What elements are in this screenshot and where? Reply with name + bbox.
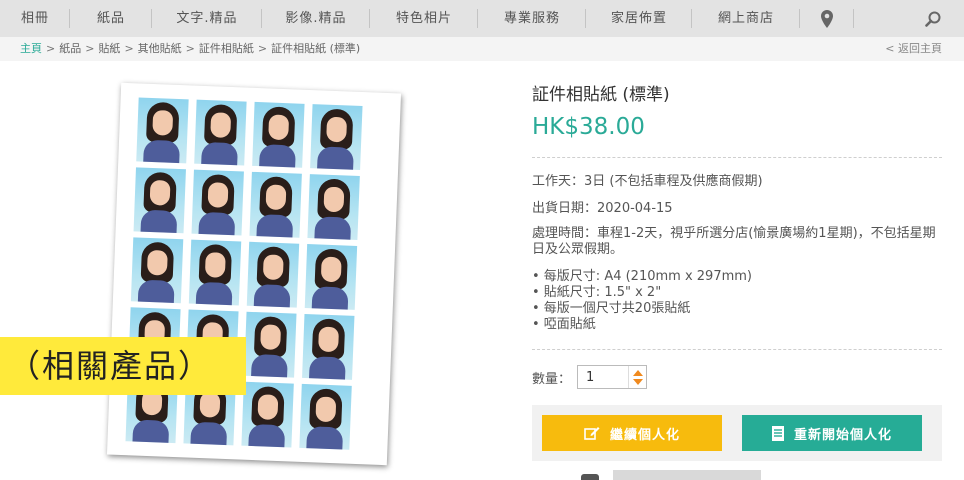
spec-item: • 貼紙尺寸: 1.5" x 2" [532, 285, 662, 300]
quantity-label: 數量： [532, 372, 572, 387]
portrait-thumbnail [241, 381, 294, 448]
action-panel: 繼續個人化 重新開始個人化 [532, 405, 942, 461]
ship-date: 出貨日期：2020-04-15 [532, 201, 673, 216]
breadcrumb-home[interactable]: 主頁 [20, 42, 42, 55]
continue-personalize-button[interactable]: 繼續個人化 [542, 415, 722, 451]
breadcrumb-id-photo-stickers[interactable]: 証件相貼紙 [199, 42, 254, 55]
spec-list: • 每版尺寸: A4 (210mm x 297mm) • 貼紙尺寸: 1.5" … [532, 269, 752, 333]
portrait-thumbnail [244, 311, 297, 378]
lock-icon [581, 474, 599, 480]
edit-icon [584, 427, 600, 440]
portrait-thumbnail [133, 167, 186, 234]
portrait-thumbnail [304, 244, 358, 310]
portrait-thumbnail [130, 237, 184, 304]
breadcrumb-separator: > [185, 42, 195, 55]
map-pin-icon[interactable] [800, 0, 854, 37]
product-price: HK$38.00 [532, 114, 645, 140]
breadcrumb-current: 証件相貼紙 (標準) [271, 42, 361, 55]
product-image [106, 82, 402, 466]
quantity-spinner [628, 366, 646, 388]
portrait-thumbnail [310, 104, 363, 170]
working-days: 工作天：3日 (不包括車程及供應商假期) [532, 174, 763, 189]
search-icon[interactable] [918, 0, 948, 37]
portrait-thumbnail [249, 171, 302, 238]
divider [532, 349, 942, 350]
processing-time: 處理時間：車程1-2天，視乎所選分店(愉景廣場約1星期)，不包括星期日及公眾假期… [532, 226, 936, 257]
portrait-thumbnail [299, 383, 352, 450]
nav-item-special-photos[interactable]: 特色相片 [370, 0, 478, 37]
breadcrumb-stickers[interactable]: 貼紙 [98, 42, 120, 55]
portrait-thumbnail [194, 99, 247, 166]
portrait-thumbnail [136, 97, 189, 164]
increment-arrow-icon[interactable] [633, 370, 643, 376]
breadcrumb-separator: > [124, 42, 134, 55]
breadcrumb-bar: 主頁 > 紙品 > 貼紙 > 其他貼紙 > 証件相貼紙 > 証件相貼紙 (標準) < 返回主頁 [0, 37, 964, 61]
portrait-thumbnail [246, 241, 300, 308]
back-to-home-link[interactable]: < 返回主頁 [885, 37, 942, 61]
breadcrumb-paper[interactable]: 紙品 [59, 42, 81, 55]
nav-item-image-gifts[interactable]: 影像.精品 [262, 0, 370, 37]
nav-item-pro-services[interactable]: 專業服務 [478, 0, 586, 37]
restart-personalize-button[interactable]: 重新開始個人化 [742, 415, 922, 451]
related-products-badge: （相關產品） [0, 337, 246, 395]
nav-item-albums[interactable]: 相冊 [0, 0, 70, 37]
product-title: 証件相貼紙 (標準) [532, 85, 670, 105]
portrait-thumbnail [302, 313, 355, 380]
portrait-thumbnail [191, 169, 244, 236]
nav-item-home-decor[interactable]: 家居佈置 [586, 0, 692, 37]
portrait-thumbnail [307, 174, 360, 240]
breadcrumb-separator: > [46, 42, 56, 55]
breadcrumb-other-stickers[interactable]: 其他貼紙 [138, 42, 182, 55]
restart-personalize-label: 重新開始個人化 [793, 426, 892, 442]
nav-item-text-gifts[interactable]: 文字.精品 [152, 0, 262, 37]
continue-personalize-label: 繼續個人化 [609, 426, 680, 442]
top-nav: 相冊 紙品 文字.精品 影像.精品 特色相片 專業服務 家居佈置 網上商店 [0, 0, 964, 37]
document-icon [771, 425, 784, 441]
breadcrumb-separator: > [85, 42, 95, 55]
spec-item: • 每版尺寸: A4 (210mm x 297mm) [532, 269, 752, 284]
portrait-thumbnail [188, 239, 242, 306]
spec-item: • 啞面貼紙 [532, 317, 596, 332]
quantity-input[interactable] [578, 366, 628, 388]
breadcrumb: 主頁 > 紙品 > 貼紙 > 其他貼紙 > 証件相貼紙 > 証件相貼紙 (標準) [20, 37, 360, 61]
quantity-stepper [577, 365, 647, 389]
portrait-thumbnail [252, 101, 305, 168]
divider [532, 157, 942, 158]
spec-item: • 每版一個尺寸共20張貼紙 [532, 301, 691, 316]
nav-item-online-shop[interactable]: 網上商店 [692, 0, 800, 37]
partial-button[interactable] [613, 470, 761, 480]
nav-item-paper[interactable]: 紙品 [70, 0, 152, 37]
breadcrumb-separator: > [257, 42, 268, 55]
decrement-arrow-icon[interactable] [633, 379, 643, 385]
photo-grid [125, 97, 363, 453]
